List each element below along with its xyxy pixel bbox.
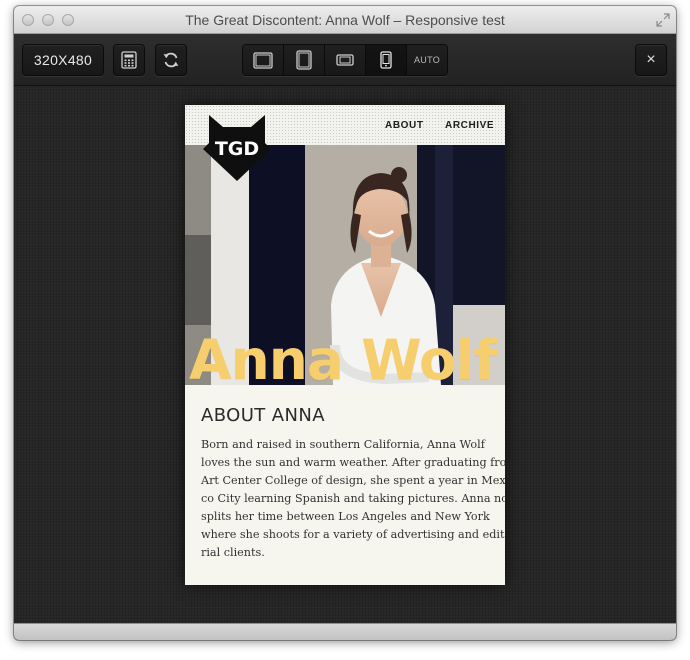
browser-window: The Great Discontent: Anna Wolf – Respon… <box>14 6 676 640</box>
title-bar: The Great Discontent: Anna Wolf – Respon… <box>14 6 676 34</box>
phone-landscape-icon <box>336 54 354 66</box>
fullscreen-icon[interactable] <box>656 13 670 27</box>
bio-line: loves the sun and warm weather. After gr… <box>201 456 505 469</box>
refresh-button[interactable] <box>155 44 187 76</box>
mobile-preview-frame: ABOUT ARCHIVE TGD Anna Wolf ABOUT ANNA B… <box>185 105 505 585</box>
toolbar: 320X480 AUTO × <box>14 34 676 86</box>
bio-line: Born and raised in southern California, … <box>201 438 485 451</box>
tablet-icon <box>296 50 312 70</box>
logo-text: TGD <box>215 138 259 160</box>
size-button[interactable]: 320X480 <box>22 44 104 76</box>
calculator-button[interactable] <box>113 44 145 76</box>
section-heading: ABOUT ANNA <box>201 405 325 426</box>
bio-line: Art Center College of design, she spent … <box>201 474 505 487</box>
window-title: The Great Discontent: Anna Wolf – Respon… <box>185 12 505 28</box>
site-logo[interactable]: TGD <box>201 109 273 181</box>
phone-portrait-button[interactable] <box>366 45 407 75</box>
hero-image: Anna Wolf <box>185 145 505 385</box>
nav-about-link[interactable]: ABOUT <box>385 120 424 131</box>
desktop-icon <box>253 51 273 69</box>
bio-line: rial clients. <box>201 546 265 559</box>
device-selector: AUTO <box>242 44 448 76</box>
tablet-button[interactable] <box>284 45 325 75</box>
calculator-icon <box>121 51 137 69</box>
bio-line: where she shoots for a variety of advert… <box>201 528 505 541</box>
phone-landscape-button[interactable] <box>325 45 366 75</box>
bio-line: splits her time between Los Angeles and … <box>201 510 490 523</box>
bio-line: co City learning Spanish and taking pict… <box>201 492 505 505</box>
desktop-button[interactable] <box>243 45 284 75</box>
phone-portrait-icon <box>380 51 392 69</box>
nav-archive-link[interactable]: ARCHIVE <box>445 120 494 131</box>
hero-name-title: Anna Wolf <box>189 328 497 385</box>
refresh-icon <box>163 52 179 68</box>
status-bar <box>14 623 676 640</box>
auto-button[interactable]: AUTO <box>407 45 447 75</box>
close-button[interactable]: × <box>635 44 667 76</box>
